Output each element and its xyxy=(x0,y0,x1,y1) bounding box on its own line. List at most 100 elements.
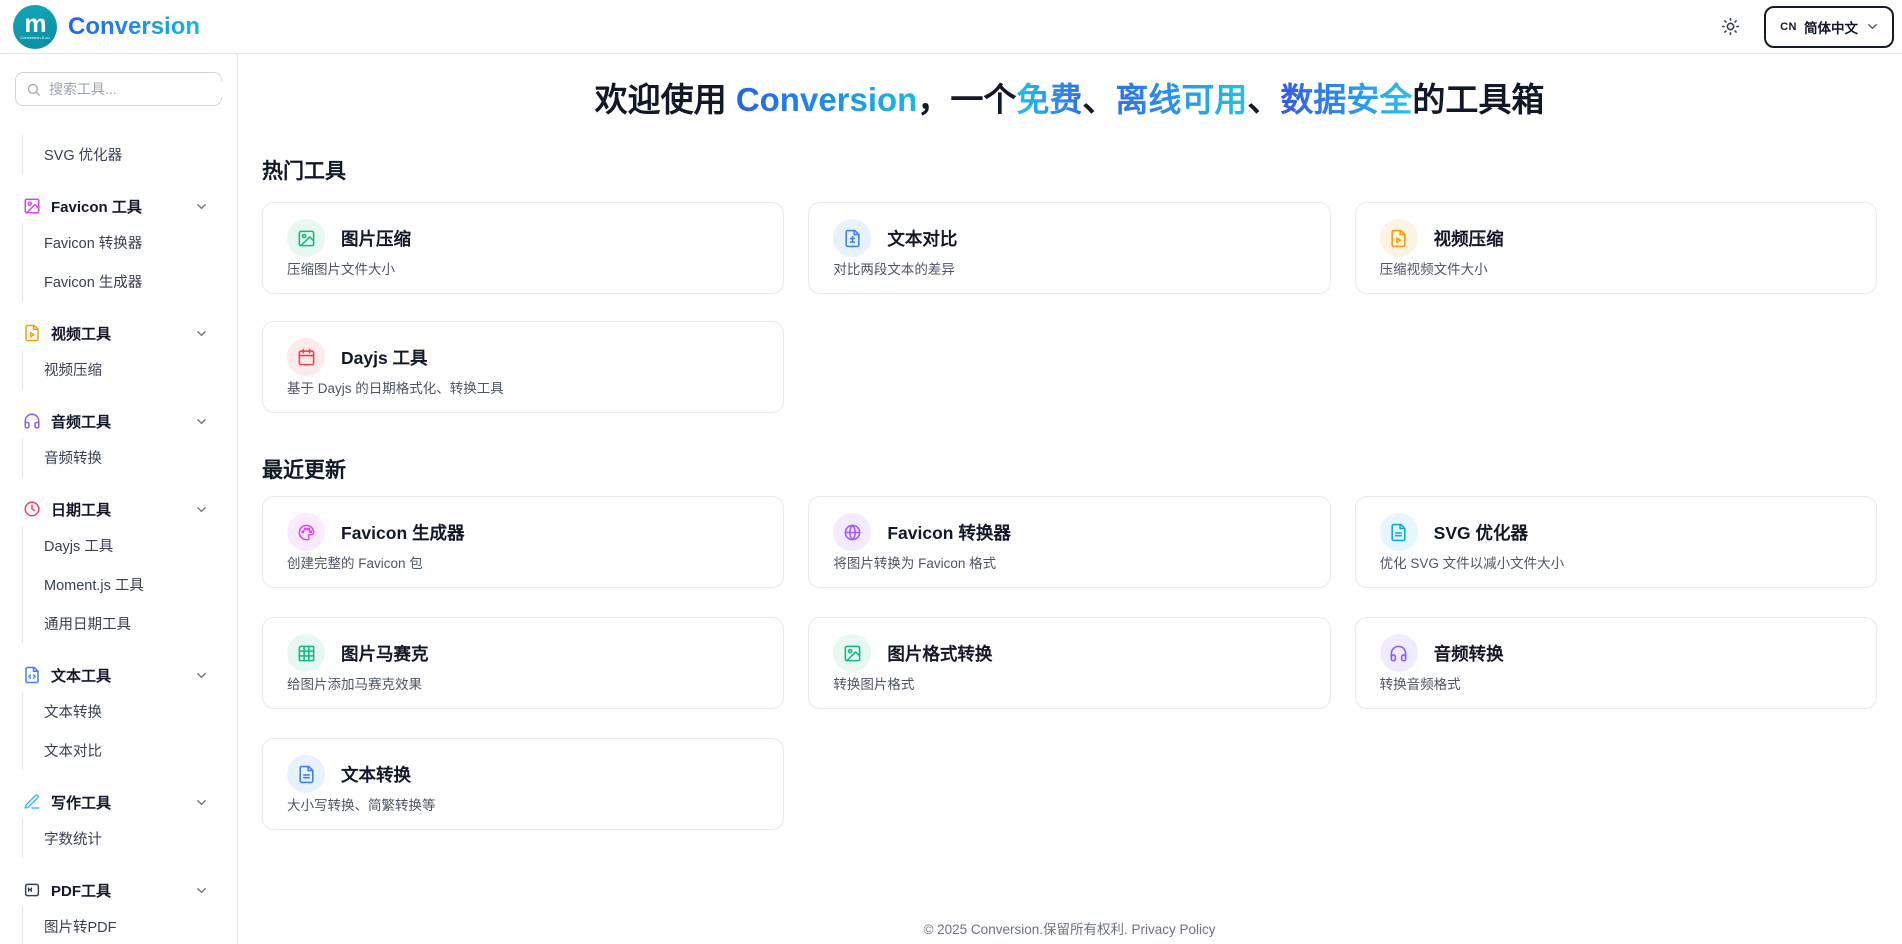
tool-card[interactable]: 文本转换大小写转换、简繁转换等 xyxy=(262,738,784,830)
section-title: 最近更新 xyxy=(262,456,1877,485)
sidebar-category[interactable]: 视频工具 xyxy=(0,316,237,350)
headphones-icon xyxy=(23,412,41,430)
sidebar-item[interactable]: SVG 优化器 xyxy=(23,135,237,174)
search-input[interactable] xyxy=(49,81,230,97)
sidebar-item[interactable]: 视频压缩 xyxy=(23,350,237,389)
tool-card[interactable]: 图片马赛克给图片添加马赛克效果 xyxy=(262,617,784,709)
tool-card[interactable]: 图片压缩压缩图片文件大小 xyxy=(262,202,784,294)
tool-card-subtitle: 压缩视频文件大小 xyxy=(1380,261,1852,279)
card-icon-badge xyxy=(1380,219,1418,257)
main-content: 欢迎使用 Conversion，一个免费、离线可用、数据安全的工具箱 热门工具图… xyxy=(238,54,1902,944)
card-icon-badge xyxy=(833,513,871,551)
search-box xyxy=(15,72,222,106)
sidebar-item[interactable]: 图片转PDF xyxy=(23,907,237,944)
tool-card-subtitle: 压缩图片文件大小 xyxy=(287,261,759,279)
page-title-part: 欢迎使用 xyxy=(595,81,736,118)
chevron-down-icon xyxy=(194,668,209,683)
tool-card-subtitle: 转换音频格式 xyxy=(1380,676,1852,694)
tool-card-title: 图片马赛克 xyxy=(341,641,429,666)
tool-card-title: 文本对比 xyxy=(887,226,957,251)
sidebar-category[interactable]: 写作工具 xyxy=(0,785,237,819)
page-title-part: 离线可用 xyxy=(1115,81,1247,118)
tool-card-subtitle: 转换图片格式 xyxy=(833,676,1305,694)
file-text-icon xyxy=(1389,523,1408,542)
tool-card-subtitle: 优化 SVG 文件以减小文件大小 xyxy=(1380,555,1852,573)
tool-card-title: Favicon 转换器 xyxy=(887,520,1011,545)
tool-card-subtitle: 对比两段文本的差异 xyxy=(833,261,1305,279)
language-label: 简体中文 xyxy=(1804,17,1858,37)
brand[interactable]: m Conversion & co Conversion xyxy=(13,5,200,49)
tool-sections: 热门工具图片压缩压缩图片文件大小文本对比对比两段文本的差异视频压缩压缩视频文件大… xyxy=(262,157,1877,830)
chevron-down-icon xyxy=(194,883,209,898)
sidebar-item[interactable]: Favicon 转换器 xyxy=(23,223,237,262)
file-pdf-icon xyxy=(23,881,41,899)
header-actions: CN 简体中文 xyxy=(1721,6,1894,48)
tool-card[interactable]: 音频转换转换音频格式 xyxy=(1355,617,1877,709)
sidebar-category[interactable]: 音频工具 xyxy=(0,404,237,438)
language-selector[interactable]: CN 简体中文 xyxy=(1764,6,1894,48)
sidebar-item[interactable]: Moment.js 工具 xyxy=(23,565,237,604)
globe-icon xyxy=(843,523,862,542)
chevron-down-icon xyxy=(194,326,209,341)
image-icon xyxy=(843,644,862,663)
file-diff-icon xyxy=(843,229,862,248)
tool-card-title: 图片格式转换 xyxy=(887,641,992,666)
tool-card[interactable]: SVG 优化器优化 SVG 文件以减小文件大小 xyxy=(1355,496,1877,588)
tool-card[interactable]: 视频压缩压缩视频文件大小 xyxy=(1355,202,1877,294)
chevron-down-icon xyxy=(194,199,209,214)
file-video-icon xyxy=(1389,229,1408,248)
file-video-icon xyxy=(23,324,41,342)
sidebar-subgroup: 图片转PDF xyxy=(22,907,237,944)
sidebar-category-label: 写作工具 xyxy=(51,792,111,813)
chevron-down-icon xyxy=(194,502,209,517)
tool-card[interactable]: Favicon 生成器创建完整的 Favicon 包 xyxy=(262,496,784,588)
sidebar-subgroup: 文本转换文本对比 xyxy=(22,692,237,770)
sidebar-item[interactable]: 音频转换 xyxy=(23,438,237,477)
tool-card[interactable]: 文本对比对比两段文本的差异 xyxy=(808,202,1330,294)
tool-card-subtitle: 大小写转换、简繁转换等 xyxy=(287,797,759,815)
card-icon-badge xyxy=(287,634,325,672)
tool-card-title: Dayjs 工具 xyxy=(341,345,428,370)
sidebar-category[interactable]: 日期工具 xyxy=(0,492,237,526)
sidebar-category-label: 视频工具 xyxy=(51,323,111,344)
sidebar-item[interactable]: 文本对比 xyxy=(23,731,237,770)
tool-card[interactable]: Favicon 转换器将图片转换为 Favicon 格式 xyxy=(808,496,1330,588)
logo-tagline: Conversion & co xyxy=(20,35,49,40)
sidebar-category[interactable]: PDF工具 xyxy=(0,873,237,907)
tool-card[interactable]: 图片格式转换转换图片格式 xyxy=(808,617,1330,709)
sidebar-category-label: PDF工具 xyxy=(51,880,111,901)
privacy-policy-link[interactable]: Privacy Policy xyxy=(1132,922,1216,937)
page-title-part: 数据安全 xyxy=(1280,81,1412,118)
card-icon-badge xyxy=(287,755,325,793)
page-title-part: ，一个 xyxy=(917,81,1016,118)
sidebar-category[interactable]: Favicon 工具 xyxy=(0,189,237,223)
language-code: CN xyxy=(1780,21,1797,33)
sidebar-item[interactable]: 字数统计 xyxy=(23,819,237,858)
page-title-part: 免费 xyxy=(1016,81,1082,118)
page-title-part: 、 xyxy=(1247,81,1280,118)
sidebar-category-label: 文本工具 xyxy=(51,665,111,686)
theme-toggle-sun-icon[interactable] xyxy=(1721,17,1740,36)
sidebar-nav: SVG 优化器Favicon 工具Favicon 转换器Favicon 生成器视… xyxy=(0,106,237,944)
tool-card-subtitle: 给图片添加马赛克效果 xyxy=(287,676,759,694)
image-icon xyxy=(297,229,316,248)
sidebar-subgroup: Favicon 转换器Favicon 生成器 xyxy=(22,223,237,301)
file-text-icon xyxy=(297,765,316,784)
sidebar-category[interactable]: 文本工具 xyxy=(0,658,237,692)
sidebar-item[interactable]: 文本转换 xyxy=(23,692,237,731)
tool-card-title: 视频压缩 xyxy=(1434,226,1504,251)
tool-card-title: 文本转换 xyxy=(341,762,411,787)
sidebar-item[interactable]: Dayjs 工具 xyxy=(23,526,237,565)
card-icon-badge xyxy=(833,219,871,257)
tool-card[interactable]: Dayjs 工具基于 Dayjs 的日期格式化、转换工具 xyxy=(262,321,784,413)
card-grid: 图片压缩压缩图片文件大小文本对比对比两段文本的差异视频压缩压缩视频文件大小Day… xyxy=(262,202,1877,413)
brand-name: Conversion xyxy=(68,13,200,41)
sidebar-item[interactable]: Favicon 生成器 xyxy=(23,262,237,301)
pen-icon xyxy=(23,793,41,811)
logo-letter: m xyxy=(24,13,45,35)
card-grid: Favicon 生成器创建完整的 Favicon 包 Favicon 转换器将图片… xyxy=(262,496,1877,830)
sidebar-item[interactable]: 通用日期工具 xyxy=(23,604,237,643)
footer: © 2025 Conversion.保留所有权利. Privacy Policy xyxy=(262,918,1877,938)
tool-card-title: 图片压缩 xyxy=(341,226,411,251)
page-title-part: Conversion xyxy=(736,81,918,118)
